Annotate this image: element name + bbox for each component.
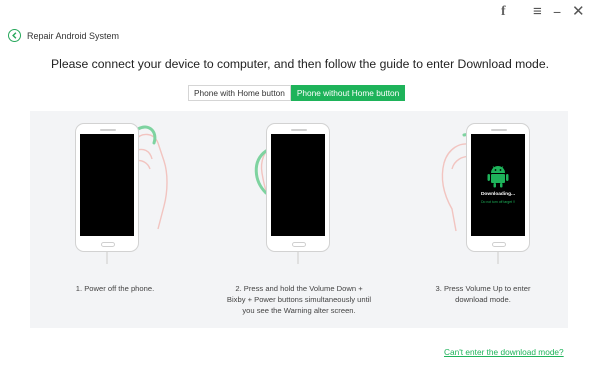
instruction-panel: 1. Power off the phone. 2. Press and hol… <box>30 111 568 328</box>
step-2: 2. Press and hold the Volume Down + Bixb… <box>214 111 384 328</box>
step-3: Downloading... Do not turn off target !!… <box>398 111 568 328</box>
titlebar: f ≡ − ✕ <box>0 0 600 26</box>
close-icon[interactable]: ✕ <box>572 4 585 20</box>
back-arrow-icon[interactable] <box>8 29 21 42</box>
android-icon <box>487 166 509 188</box>
step-3-text: 3. Press Volume Up to enter download mod… <box>435 284 531 304</box>
phone-type-tabs: Phone with Home button Phone without Hom… <box>188 85 406 101</box>
tab-with-home-button[interactable]: Phone with Home button <box>188 85 291 101</box>
back-label: Repair Android System <box>27 30 120 41</box>
step-2-text: 2. Press and hold the Volume Down + Bixb… <box>226 284 372 315</box>
page-heading: Please connect your device to computer, … <box>51 57 549 71</box>
cant-enter-download-mode-link[interactable]: Can't enter the download mode? <box>444 347 564 357</box>
step-1-text: 1. Power off the phone. <box>75 284 155 293</box>
facebook-icon[interactable]: f <box>501 4 506 20</box>
phone-illustration: Downloading... Do not turn off target !! <box>466 123 530 252</box>
phone-illustration <box>266 123 330 252</box>
download-subtitle: Do not turn off target !! <box>481 200 515 204</box>
step-1: 1. Power off the phone. <box>30 111 200 328</box>
download-title: Downloading... <box>480 192 516 197</box>
menu-icon[interactable]: ≡ <box>533 4 542 20</box>
download-screen: Downloading... Do not turn off target !! <box>471 134 525 236</box>
phone-illustration <box>75 123 139 252</box>
back-button[interactable]: Repair Android System <box>8 29 119 42</box>
minimize-icon[interactable]: − <box>553 4 561 20</box>
tab-without-home-button[interactable]: Phone without Home button <box>290 85 406 101</box>
